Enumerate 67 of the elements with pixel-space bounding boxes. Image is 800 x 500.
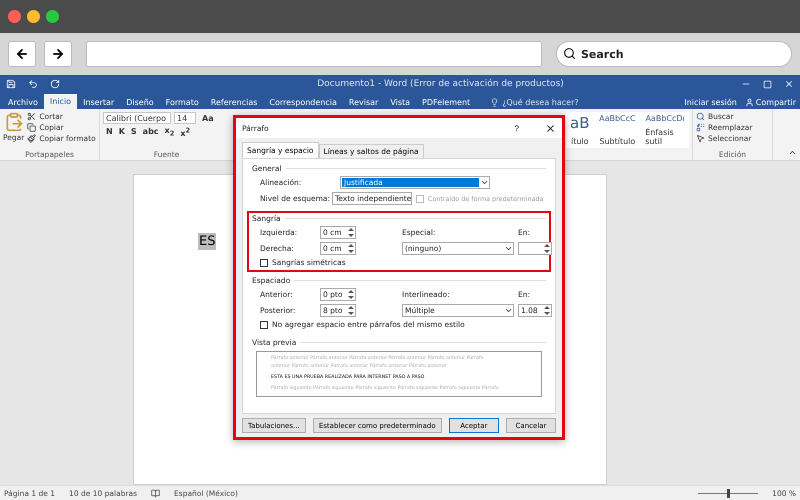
ribbon-tab[interactable]: Archivo bbox=[2, 95, 44, 109]
spin-arrows-icon[interactable] bbox=[347, 227, 355, 238]
ribbon-tab[interactable]: Correspondencia bbox=[263, 95, 343, 109]
format-button[interactable]: K bbox=[116, 127, 128, 136]
checkbox[interactable] bbox=[260, 258, 268, 266]
checkbox[interactable] bbox=[260, 320, 268, 328]
person-icon bbox=[744, 98, 754, 106]
spin-arrows-icon[interactable] bbox=[347, 289, 355, 300]
caret-icon bbox=[504, 306, 513, 315]
zoom-thumb[interactable] bbox=[727, 488, 730, 498]
clipboard-icon bbox=[4, 112, 24, 132]
caret-icon bbox=[480, 178, 489, 187]
ribbon-tab[interactable]: Inicio bbox=[44, 94, 78, 109]
spin-field[interactable] bbox=[518, 242, 552, 255]
copy-icon bbox=[27, 123, 36, 132]
forward-button[interactable] bbox=[44, 41, 72, 67]
search-field[interactable]: Search bbox=[556, 41, 792, 67]
collapse-ribbon-icon[interactable] bbox=[788, 148, 797, 157]
ribbon-tab[interactable]: PDFelement bbox=[416, 95, 476, 109]
proofing-icon[interactable] bbox=[151, 488, 160, 498]
font-name-field[interactable]: Calibri (Cuerpo bbox=[103, 112, 171, 124]
spin-arrows-icon[interactable] bbox=[347, 243, 355, 254]
font-size-field[interactable]: 14 bbox=[174, 112, 196, 124]
search-icon bbox=[696, 112, 705, 121]
spin-arrows-icon[interactable] bbox=[543, 243, 551, 254]
ribbon-tab[interactable]: Formato bbox=[160, 95, 205, 109]
sign-in-link[interactable]: Iniciar sesión bbox=[680, 95, 741, 109]
close-icon[interactable] bbox=[545, 122, 556, 134]
search-icon bbox=[563, 47, 576, 60]
style-preset[interactable]: AaBbCcDı Énfasis sutil bbox=[641, 112, 689, 148]
tell-me-field[interactable]: ¿Qué desea hacer? bbox=[490, 95, 680, 109]
scissors-icon bbox=[27, 112, 36, 121]
brush-icon bbox=[27, 134, 36, 143]
ribbon-tab[interactable]: Insertar bbox=[77, 95, 120, 109]
replace-icon bbox=[696, 123, 705, 132]
format-button[interactable]: N bbox=[103, 127, 116, 136]
close-icon[interactable] bbox=[784, 79, 794, 89]
format-button[interactable]: x$^{2}$ bbox=[177, 126, 194, 138]
close-dot[interactable] bbox=[8, 10, 21, 23]
ribbon-tab[interactable]: Revisar bbox=[342, 95, 384, 109]
caret-icon bbox=[504, 244, 513, 253]
format-button[interactable]: x$_{2}$ bbox=[162, 126, 178, 138]
lightbulb-icon bbox=[490, 98, 500, 106]
maximize-icon[interactable] bbox=[763, 80, 772, 88]
ribbon-tab[interactable]: Diseño bbox=[120, 95, 160, 109]
window-title: Documento1 - Word (Error de activación de productos) bbox=[316, 79, 565, 89]
undo-icon[interactable] bbox=[28, 79, 38, 89]
format-button[interactable]: abc bbox=[140, 127, 162, 136]
maximize-dot[interactable] bbox=[46, 10, 59, 23]
style-preset[interactable]: AaBbCcC Subtítulo bbox=[593, 112, 642, 148]
ribbon-tab[interactable]: Referencias bbox=[204, 95, 264, 109]
share-button[interactable]: Compartir bbox=[740, 95, 800, 109]
spin-arrows-icon[interactable] bbox=[347, 305, 355, 316]
spin-arrows-icon[interactable] bbox=[543, 305, 551, 316]
minimize-dot[interactable] bbox=[27, 10, 40, 23]
help-button[interactable]: ? bbox=[508, 122, 525, 134]
redo-icon[interactable] bbox=[50, 79, 60, 89]
address-field[interactable] bbox=[86, 41, 542, 67]
ribbon-tab[interactable]: Vista bbox=[384, 95, 416, 109]
back-button[interactable] bbox=[8, 41, 36, 67]
forward-arrow-icon bbox=[51, 47, 65, 61]
document-text: ES bbox=[198, 233, 216, 250]
save-icon[interactable] bbox=[6, 79, 16, 89]
pointer-icon bbox=[696, 134, 705, 143]
format-button[interactable]: S bbox=[128, 127, 140, 136]
style-preset[interactable]: aB ítulo bbox=[566, 112, 594, 148]
change-case-button[interactable]: Aa bbox=[199, 114, 217, 122]
